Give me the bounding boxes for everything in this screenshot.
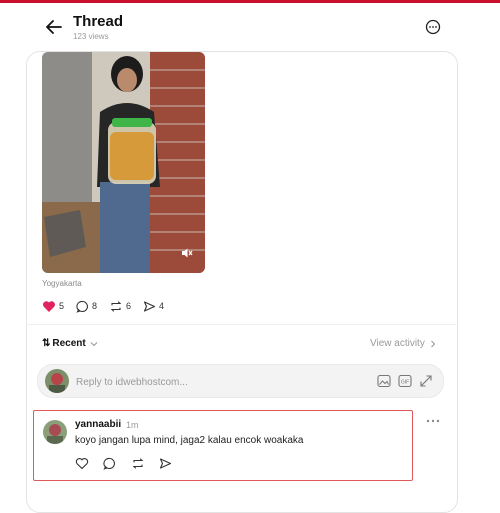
image-icon[interactable]: [377, 374, 391, 388]
speaker-muted-icon[interactable]: [181, 247, 193, 259]
send-icon: [159, 458, 172, 469]
reply-input[interactable]: [74, 372, 318, 392]
page-title: Thread: [73, 13, 124, 30]
view-count: 123 views: [73, 32, 109, 41]
more-horizontal-icon[interactable]: [423, 415, 443, 427]
like-button[interactable]: 5: [42, 300, 64, 313]
reply-button[interactable]: 8: [76, 300, 97, 313]
arrow-left-icon[interactable]: [44, 17, 64, 37]
like-count: 5: [59, 301, 65, 311]
view-activity-label: View activity: [370, 338, 425, 349]
repost-count: 6: [126, 301, 132, 311]
comment-repost-button[interactable]: [131, 457, 145, 471]
comment-bubble-icon: [76, 300, 88, 313]
section-divider: [26, 324, 456, 325]
avatar[interactable]: [43, 420, 67, 444]
comment-bubble-icon: [103, 457, 115, 470]
comment-share-button[interactable]: [159, 457, 173, 471]
repost-button[interactable]: 6: [109, 300, 131, 313]
reply-count: 8: [92, 301, 98, 311]
comment-username[interactable]: yannaabii: [75, 419, 121, 430]
more-circle-icon[interactable]: [425, 19, 441, 35]
post-actions: 5 8 6 4: [42, 298, 176, 314]
send-icon: [143, 300, 156, 312]
share-button[interactable]: 4: [143, 300, 164, 313]
share-count: 4: [159, 301, 165, 311]
repost-icon: [110, 300, 122, 312]
sort-label: Recent: [52, 338, 86, 349]
comment-reply-button[interactable]: [103, 457, 117, 471]
thread-header: Thread 123 views: [0, 3, 500, 51]
comment-time: 1m: [126, 420, 139, 430]
heart-icon: [43, 300, 55, 312]
repost-icon: [132, 458, 144, 469]
reply-composer[interactable]: GIF: [37, 364, 444, 398]
chevron-down-icon: [90, 341, 98, 346]
comment-text: koyo jangan lupa mind, jaga2 kalau encok…: [75, 435, 304, 446]
chevron-right-icon: [430, 340, 436, 347]
comment-actions: [75, 457, 187, 471]
gif-icon[interactable]: GIF: [398, 374, 412, 388]
comment-like-button[interactable]: [75, 457, 89, 471]
sort-arrows-icon: ⇅: [42, 338, 51, 349]
video-frame-image: [42, 52, 205, 273]
expand-icon[interactable]: [419, 374, 433, 388]
svg-text:GIF: GIF: [401, 379, 409, 385]
comment-item: yannaabii 1m koyo jangan lupa mind, jaga…: [33, 410, 413, 481]
avatar: [45, 369, 69, 393]
heart-icon: [75, 458, 89, 470]
post-video[interactable]: [42, 52, 205, 273]
view-activity-link[interactable]: View activity: [370, 338, 436, 349]
post-location: Yogyakarta: [42, 279, 82, 288]
sort-dropdown[interactable]: ⇅ Recent: [42, 338, 98, 349]
